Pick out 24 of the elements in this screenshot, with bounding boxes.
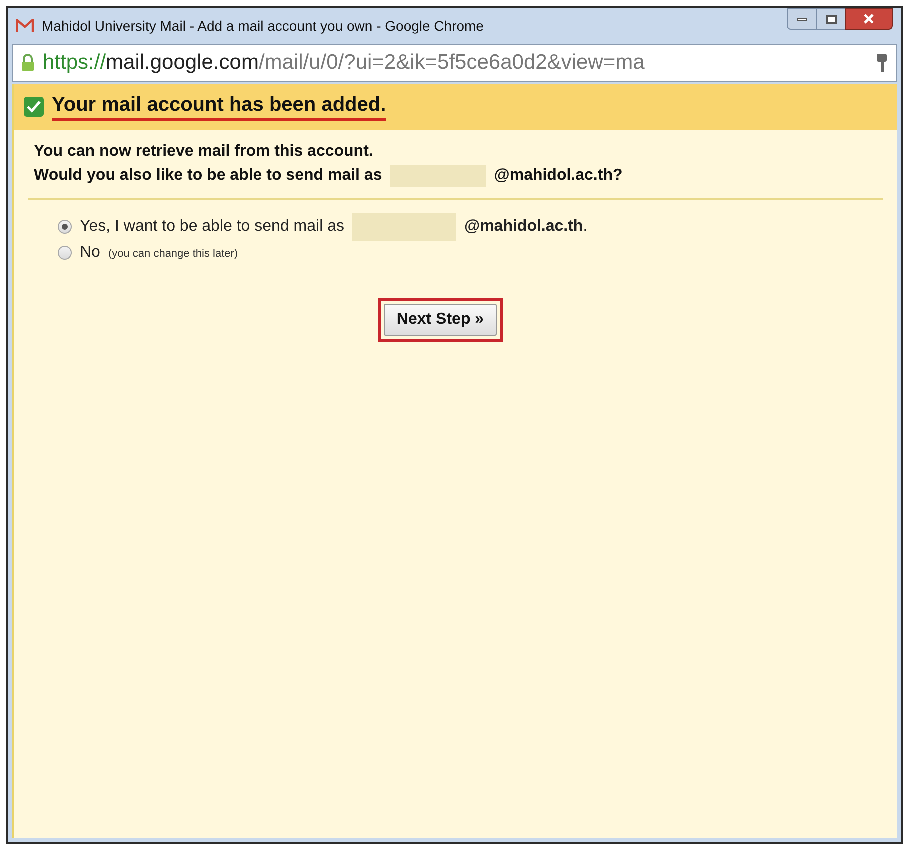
address-bar[interactable]: https://mail.google.com/mail/u/0/?ui=2&ik=5f5ce6a0d2&view=ma	[12, 44, 897, 82]
mail-logo-icon	[16, 19, 34, 33]
close-icon	[863, 14, 875, 24]
window-title: Mahidol University Mail - Add a mail account you own - Google Chrome	[42, 16, 484, 36]
key-icon	[876, 53, 888, 73]
minimize-icon	[797, 18, 807, 20]
option-label: Yes, I want to be able to send mail as	[80, 217, 344, 237]
email-domain: @mahidol.ac.th	[464, 217, 584, 237]
option-note: (you can change this later)	[108, 247, 238, 262]
option-label: No	[80, 243, 100, 263]
lock-icon	[21, 54, 35, 72]
message-text: @mahidol.ac.th?	[494, 166, 623, 186]
maximize-button[interactable]	[817, 8, 845, 30]
maximize-icon	[826, 14, 836, 24]
radio-button[interactable]	[58, 220, 72, 234]
url-text: https://mail.google.com/mail/u/0/?ui=2&ik=5f5ce6a0d2&view=ma	[43, 50, 645, 76]
next-step-button[interactable]: Next Step »	[384, 304, 498, 336]
minimize-button[interactable]	[787, 8, 817, 30]
message-text: Would you also like to be able to send mail as	[34, 166, 382, 186]
period: .	[583, 217, 588, 237]
radio-button[interactable]	[58, 246, 72, 260]
message-text: You can now retrieve mail from this account.	[34, 142, 374, 162]
banner-title: Your mail account has been added.	[52, 93, 386, 117]
close-button[interactable]	[845, 8, 893, 30]
